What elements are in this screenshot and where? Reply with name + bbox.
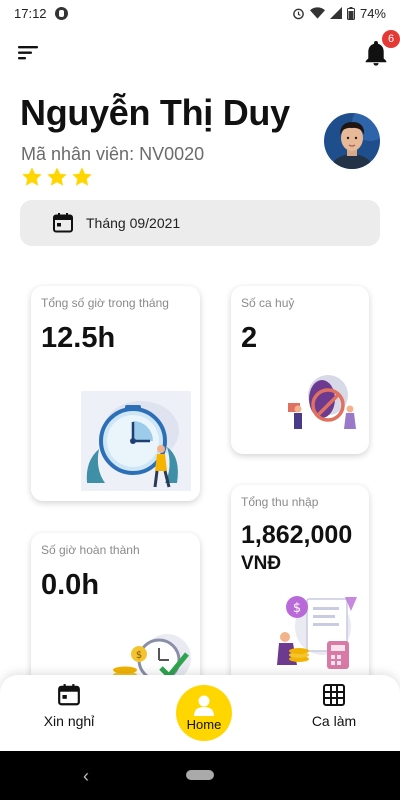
employee-id-value: NV0020: [139, 144, 205, 164]
grid-icon: [323, 684, 345, 706]
star-icon: [47, 167, 67, 186]
cancelled-shifts-card[interactable]: Số ca huỷ 2: [231, 286, 369, 454]
calendar-icon: [52, 212, 74, 234]
completed-hours-card[interactable]: Số giờ hoàn thành 0.0h $: [31, 533, 200, 685]
status-icons: 74%: [292, 6, 386, 21]
star-icon: [22, 167, 42, 186]
nav-shifts-label: Ca làm: [311, 713, 357, 729]
signal-icon: [329, 7, 342, 19]
employee-id-label: Mã nhân viên:: [21, 144, 135, 164]
income-label: Tổng thu nhập: [241, 495, 319, 509]
svg-text:$: $: [293, 601, 301, 616]
star-icon: [72, 167, 92, 186]
completed-hours-label: Số giờ hoàn thành: [41, 543, 140, 557]
battery-icon: [346, 6, 355, 20]
status-time: 17:12: [14, 5, 47, 21]
svg-text:$: $: [136, 650, 142, 661]
menu-icon: [18, 46, 38, 60]
back-icon[interactable]: ‹: [83, 766, 89, 787]
nav-shifts[interactable]: Ca làm: [279, 683, 389, 729]
cancelled-shifts-value: 2: [241, 322, 258, 354]
avatar-image: [324, 113, 380, 169]
battery-level: 74%: [359, 5, 386, 21]
nav-home-label: Home: [186, 717, 222, 732]
income-illustration: $: [277, 596, 357, 669]
rating-stars: [21, 166, 93, 188]
wifi-icon: [309, 7, 325, 19]
app-notification-icon: [54, 6, 68, 20]
system-home-pill[interactable]: [186, 770, 214, 780]
nav-leave-request[interactable]: Xin nghỉ: [14, 683, 124, 729]
cancelled-shifts-label: Số ca huỷ: [241, 296, 295, 310]
income-unit: VNĐ: [241, 553, 282, 574]
selected-month: Tháng 09/2021: [86, 215, 181, 231]
alarm-icon: [293, 8, 304, 19]
nav-home-button[interactable]: Home: [176, 685, 232, 741]
total-hours-card[interactable]: Tổng số giờ trong tháng 12.5h: [31, 286, 200, 501]
income-card[interactable]: Tổng thu nhập 1,862,000 VNĐ $: [231, 485, 369, 685]
user-name: Nguyễn Thị Duy: [20, 92, 290, 133]
calendar-icon: [58, 684, 80, 706]
total-hours-label: Tổng số giờ trong tháng: [41, 296, 169, 310]
income-value: 1,862,000: [241, 521, 353, 549]
person-icon: [194, 695, 214, 716]
employee-id: Mã nhân viên: NV0020: [21, 144, 204, 165]
menu-button[interactable]: [18, 44, 40, 62]
nav-leave-label: Xin nghỉ: [43, 713, 95, 729]
notification-badge: 6: [382, 30, 400, 48]
cancel-illustration: [288, 375, 356, 429]
month-picker[interactable]: Tháng 09/2021: [20, 200, 380, 246]
total-hours-value: 12.5h: [41, 322, 116, 354]
completed-hours-value: 0.0h: [41, 569, 100, 601]
avatar[interactable]: [324, 113, 380, 169]
status-bar: 17:12 74%: [0, 0, 400, 26]
clock-illustration: [81, 391, 191, 491]
